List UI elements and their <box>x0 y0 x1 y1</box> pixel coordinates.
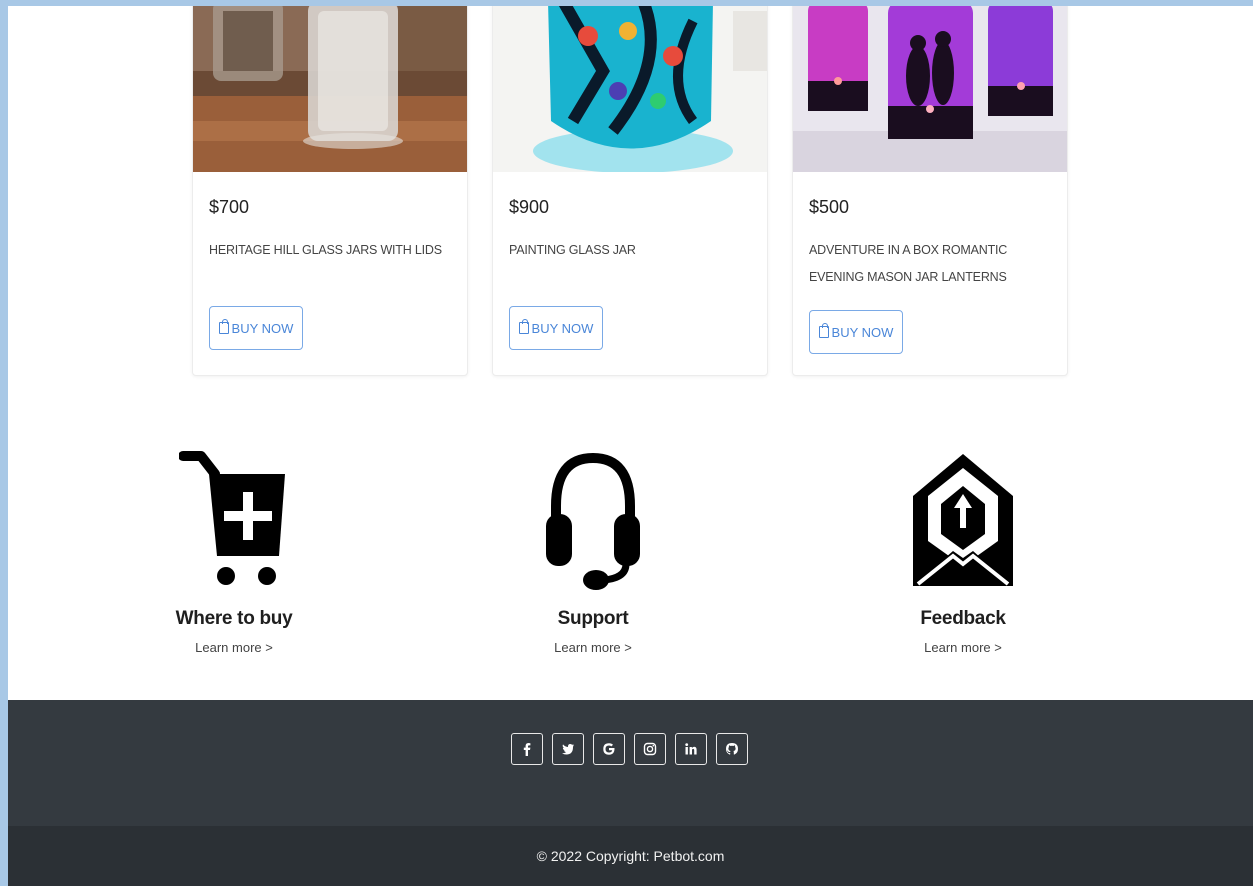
buy-now-label: BUY NOW <box>831 324 894 340</box>
page: $700 HERITAGE HILL GLASS JARS WITH LIDS … <box>8 6 1253 886</box>
facebook-icon[interactable] <box>511 733 543 765</box>
google-icon[interactable] <box>593 733 625 765</box>
envelope-upload-icon <box>913 454 1013 586</box>
jar-lanterns-photo <box>793 6 1067 172</box>
feature-feedback: Feedback Learn more > <box>863 446 1063 655</box>
buy-now-label: BUY NOW <box>531 320 594 336</box>
product-card: $500 ADVENTURE IN A BOX ROMANTIC EVENING… <box>792 6 1068 376</box>
learn-more-link[interactable]: Learn more > <box>863 640 1063 655</box>
product-card: $900 PAINTING GLASS JAR BUY NOW <box>492 6 768 376</box>
feature-title: Where to buy <box>175 608 293 629</box>
learn-more-link[interactable]: Learn more > <box>493 640 693 655</box>
product-cards: $700 HERITAGE HILL GLASS JARS WITH LIDS … <box>192 6 1072 378</box>
buy-now-label: BUY NOW <box>231 320 294 336</box>
social-links <box>511 733 748 765</box>
linkedin-icon[interactable] <box>675 733 707 765</box>
product-title: ADVENTURE IN A BOX ROMANTIC EVENING MASO… <box>809 243 1008 284</box>
footer-social <box>8 700 1253 826</box>
github-icon[interactable] <box>716 733 748 765</box>
shopping-bag-icon <box>818 323 829 338</box>
product-title: PAINTING GLASS JAR <box>509 243 636 257</box>
twitter-icon[interactable] <box>552 733 584 765</box>
headset-icon <box>546 452 640 590</box>
cart-plus-icon <box>179 451 285 585</box>
painted-jar-photo <box>493 6 767 172</box>
feature-support: Support Learn more > <box>493 446 693 655</box>
shopping-bag-icon <box>518 319 529 334</box>
buy-now-button[interactable]: BUY NOW <box>509 306 603 350</box>
glass-jars-photo <box>193 6 467 172</box>
feature-title: Feedback <box>920 608 1006 629</box>
product-price: $700 <box>209 197 250 217</box>
copyright-bar: © 2022 Copyright: Petbot.com <box>8 826 1253 886</box>
shopping-bag-icon <box>218 319 229 334</box>
feature-where-to-buy: Where to buy Learn more > <box>134 446 334 655</box>
product-title: HERITAGE HILL GLASS JARS WITH LIDS <box>209 243 442 257</box>
product-price: $900 <box>509 197 550 217</box>
features-section: Where to buy Learn more > Support Learn … <box>8 446 1253 686</box>
buy-now-button[interactable]: BUY NOW <box>809 310 903 354</box>
instagram-icon[interactable] <box>634 733 666 765</box>
feature-title: Support <box>557 608 629 629</box>
product-price: $500 <box>809 197 850 217</box>
buy-now-button[interactable]: BUY NOW <box>209 306 303 350</box>
learn-more-link[interactable]: Learn more > <box>134 640 334 655</box>
product-card: $700 HERITAGE HILL GLASS JARS WITH LIDS … <box>192 6 468 376</box>
copyright-text: © 2022 Copyright: Petbot.com <box>536 848 725 864</box>
